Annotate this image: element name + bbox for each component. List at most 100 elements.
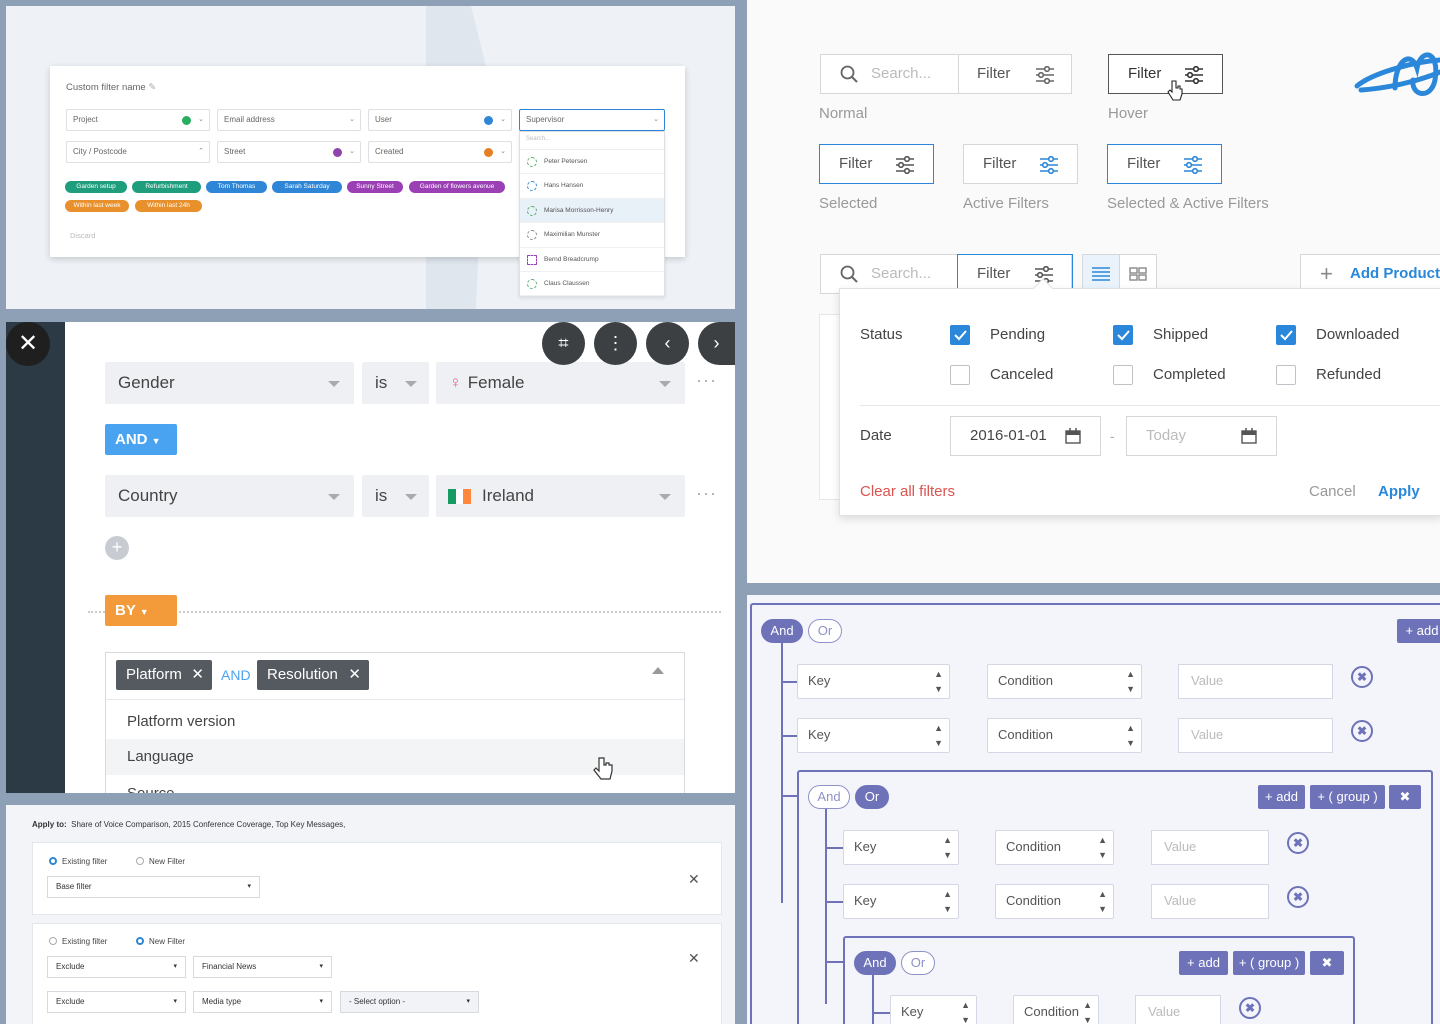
supervisor-field[interactable]: Supervisor ⌄	[519, 109, 665, 131]
collapse-icon[interactable]	[652, 667, 664, 674]
remove-rule-icon[interactable]: ✖	[1351, 666, 1373, 688]
filter-button-hover[interactable]: Filter	[1108, 54, 1223, 94]
more-icon[interactable]: ···	[696, 483, 717, 504]
filter-button-active[interactable]: Filter	[963, 144, 1078, 184]
more-options-icon[interactable]: ⋮	[594, 322, 637, 365]
condition-select[interactable]: Condition ▲ ▼	[995, 830, 1114, 865]
value-input[interactable]: Value	[1135, 995, 1221, 1024]
and-button[interactable]: AND ▼	[105, 424, 177, 455]
key-select[interactable]: Key ▲ ▼	[797, 718, 950, 753]
next-icon[interactable]: ›	[698, 322, 735, 365]
key-select[interactable]: Key ▲ ▼	[843, 830, 959, 865]
more-icon[interactable]: ···	[696, 370, 717, 391]
add-group-button[interactable]: + ( group )	[1310, 785, 1385, 809]
and-toggle[interactable]: And	[854, 951, 896, 975]
country-value-select[interactable]: Ireland	[436, 475, 685, 517]
user-field[interactable]: User ⌄	[368, 109, 512, 131]
remove-rule-icon[interactable]: ✖	[1287, 886, 1309, 908]
or-toggle[interactable]: Or	[808, 619, 842, 643]
discard-link[interactable]: Discard	[70, 231, 95, 240]
list-item[interactable]: Bernd Breadcrump	[520, 248, 664, 272]
list-item[interactable]: Marisa Morrisson-Henry	[520, 198, 664, 224]
or-toggle[interactable]: Or	[901, 951, 935, 975]
condition-select[interactable]: Condition ▲ ▼	[995, 884, 1114, 919]
media-type-select[interactable]: Media type ▾	[193, 991, 332, 1013]
condition-select[interactable]: Condition ▲ ▼	[1013, 995, 1099, 1024]
street-field[interactable]: Street ⌄	[217, 141, 361, 163]
add-group-button[interactable]: + ( group )	[1233, 951, 1305, 975]
visual-search-icon[interactable]: ⌗	[542, 322, 585, 365]
key-select[interactable]: Key ▲ ▼	[890, 995, 977, 1024]
previous-icon[interactable]: ‹	[646, 322, 689, 365]
project-field[interactable]: Project ⌄	[66, 109, 210, 131]
pending-checkbox[interactable]	[950, 325, 970, 345]
created-field[interactable]: Created ⌄	[368, 141, 512, 163]
list-item[interactable]: Platform version	[106, 705, 684, 739]
date-to-input[interactable]: Today	[1126, 416, 1277, 456]
add-rule-button[interactable]: + add	[1397, 619, 1440, 643]
new-filter-radio[interactable]: New Filter	[136, 857, 185, 866]
add-condition-icon[interactable]: +	[105, 536, 129, 560]
delete-group-button[interactable]: ✖	[1310, 951, 1344, 975]
pencil-icon[interactable]: ✎	[148, 82, 156, 93]
chip[interactable]: Refurbishment	[132, 181, 201, 193]
platform-tag[interactable]: Platform ✕	[116, 660, 212, 690]
filter-button-selected[interactable]: Filter	[819, 144, 934, 184]
by-button[interactable]: BY ▼	[105, 595, 177, 626]
condition-select[interactable]: Condition ▲ ▼	[987, 664, 1142, 699]
canceled-checkbox[interactable]	[950, 365, 970, 385]
country-field-select[interactable]: Country	[105, 475, 354, 517]
add-rule-button[interactable]: + add	[1258, 785, 1305, 809]
dropdown-search[interactable]: Search...	[520, 132, 664, 150]
downloaded-checkbox[interactable]	[1276, 325, 1296, 345]
value-input[interactable]: Value	[1151, 830, 1269, 865]
chip[interactable]: Sarah Saturday	[272, 181, 342, 193]
chip[interactable]: Within last 24h	[135, 200, 202, 212]
value-input[interactable]: Value	[1151, 884, 1269, 919]
value-input[interactable]: Value	[1178, 718, 1333, 753]
exclude-select[interactable]: Exclude ▾	[47, 956, 186, 978]
refunded-checkbox[interactable]	[1276, 365, 1296, 385]
condition-select[interactable]: Condition ▲ ▼	[987, 718, 1142, 753]
filter-button-selected-active[interactable]: Filter	[1107, 144, 1222, 184]
add-rule-button[interactable]: + add	[1179, 951, 1228, 975]
source-select[interactable]: Financial News ▾	[193, 956, 332, 978]
list-item[interactable]: Peter Petersen	[520, 150, 664, 175]
value-input[interactable]: Value	[1178, 664, 1333, 699]
completed-checkbox[interactable]	[1113, 365, 1133, 385]
existing-filter-radio[interactable]: Existing filter	[49, 857, 107, 866]
calendar-icon[interactable]	[1241, 428, 1257, 444]
key-select[interactable]: Key ▲ ▼	[797, 664, 950, 699]
chip[interactable]: Within last week	[65, 200, 129, 212]
date-from-input[interactable]: 2016-01-01	[950, 416, 1101, 456]
chip[interactable]: Garden of flowers avenue	[409, 181, 505, 193]
delete-group-button[interactable]: ✖	[1389, 785, 1421, 809]
calendar-icon[interactable]	[1065, 428, 1081, 444]
operator-select[interactable]: is	[362, 475, 429, 517]
and-toggle[interactable]: And	[761, 619, 803, 643]
resolution-tag[interactable]: Resolution ✕	[257, 660, 369, 690]
cancel-button[interactable]: Cancel	[1309, 483, 1356, 500]
operator-select[interactable]: is	[362, 362, 429, 404]
or-toggle[interactable]: Or	[855, 785, 889, 809]
remove-rule-icon[interactable]: ✖	[1239, 997, 1261, 1019]
filter-name-title[interactable]: Custom filter name ✎	[66, 82, 156, 93]
and-toggle[interactable]: And	[808, 785, 850, 809]
option-select[interactable]: - Select option - ▾	[340, 991, 479, 1013]
exclude-select[interactable]: Exclude ▾	[47, 991, 186, 1013]
list-item[interactable]: Maximilian Munster	[520, 223, 664, 248]
base-filter-select[interactable]: Base filter ▾	[47, 876, 260, 898]
gender-value-select[interactable]: ♀ Female	[436, 362, 685, 404]
list-item[interactable]: Hans Hansen	[520, 174, 664, 199]
existing-filter-radio[interactable]: Existing filter	[49, 937, 107, 946]
email-field[interactable]: Email address ⌄	[217, 109, 361, 131]
clear-all-filters-link[interactable]: Clear all filters	[860, 483, 955, 500]
shipped-checkbox[interactable]	[1113, 325, 1133, 345]
remove-rule-icon[interactable]: ✖	[1287, 832, 1309, 854]
apply-button[interactable]: Apply	[1378, 483, 1420, 500]
chip[interactable]: Garden setup	[65, 181, 127, 193]
chip[interactable]: Sunny Street	[347, 181, 403, 193]
filter-button[interactable]: Filter	[977, 55, 1010, 93]
city-field[interactable]: City / Postcode ⌃	[66, 141, 210, 163]
remove-rule-icon[interactable]: ✖	[1351, 720, 1373, 742]
